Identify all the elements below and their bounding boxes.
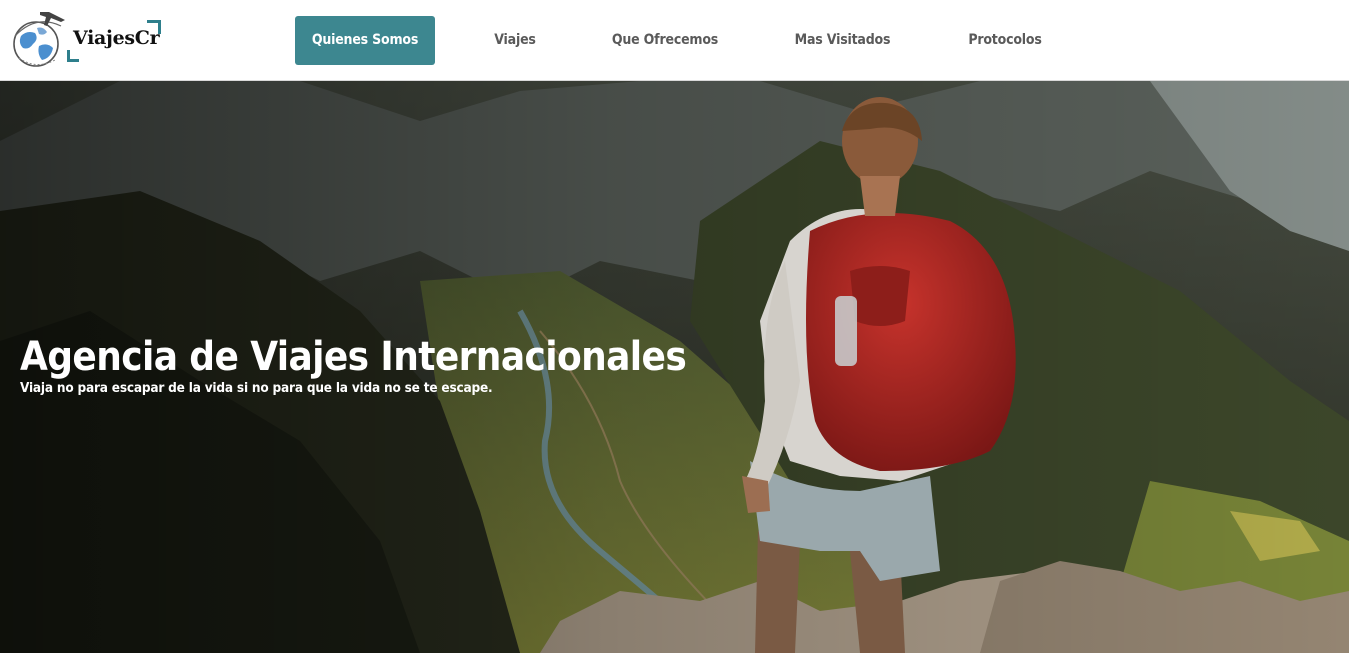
hero-banner: Agencia de Viajes Internacionales Viaja … <box>0 81 1349 653</box>
nav-protocolos[interactable]: Protocolos <box>960 16 1050 65</box>
top-navbar: ViajesCr Quienes Somos Viajes Que Ofrece… <box>0 0 1349 81</box>
nav-viajes[interactable]: Viajes <box>480 16 550 65</box>
nav-quienes-somos[interactable]: Quienes Somos <box>295 16 435 65</box>
nav-mas-visitados[interactable]: Mas Visitados <box>785 16 900 65</box>
hero-title: Agencia de Viajes Internacionales <box>20 334 687 380</box>
brand-logo[interactable]: ViajesCr <box>9 6 169 76</box>
logo-corner-accent <box>67 50 79 62</box>
nav-que-ofrecemos[interactable]: Que Ofrecemos <box>605 16 725 65</box>
hero-subtitle: Viaja no para escapar de la vida si no p… <box>20 380 493 396</box>
brand-name: ViajesCr <box>73 27 160 49</box>
globe-airplane-icon <box>13 12 65 67</box>
hero-text-block: Agencia de Viajes Internacionales Viaja … <box>20 334 687 396</box>
